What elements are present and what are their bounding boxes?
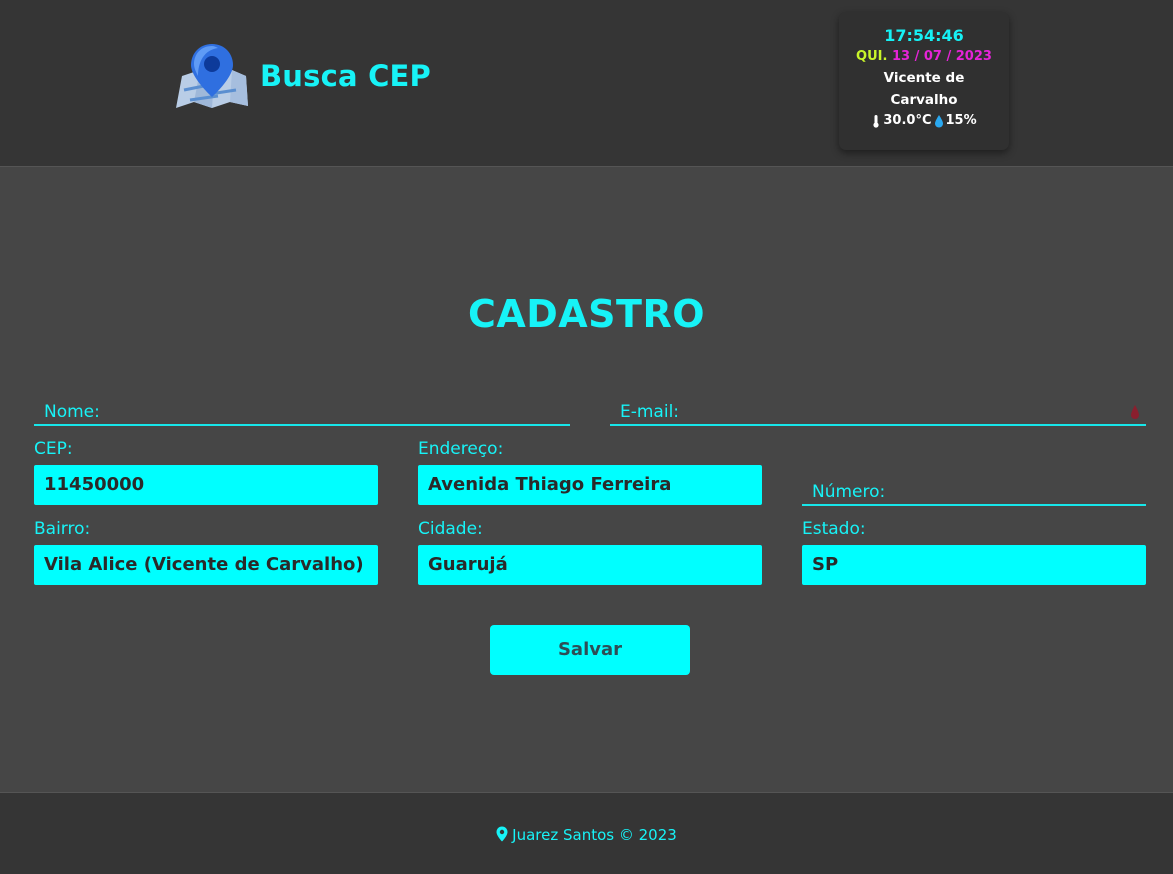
cep-label: CEP: [34,439,73,459]
endereco-input[interactable]: Avenida Thiago Ferreira [418,465,762,505]
widget-date: 13 / 07 / 2023 [891,49,992,64]
widget-city: Vicente de Carvalho [883,70,965,108]
estado-label: Estado: [802,519,866,539]
water-drop-icon [934,114,943,127]
bairro-label: Bairro: [34,519,91,539]
app-title: Busca CEP [260,59,432,93]
footer-text: Juarez Santos © 2023 [512,826,677,844]
widget-time: 17:54:46 [884,26,964,45]
endereco-label: Endereço: [418,439,504,459]
numero-label: Número: [812,482,886,502]
location-pin-icon [496,826,508,842]
alert-icon [1131,405,1139,419]
map-pin-icon [176,44,248,108]
brand[interactable]: Busca CEP [174,42,431,110]
email-field[interactable]: E-mail: [610,398,1146,426]
header: Busca CEP 17:54:46 QUI. 13 / 07 / 2023 V… [0,0,1173,167]
thermometer-icon [873,114,879,128]
numero-field[interactable]: Número: [802,478,1146,506]
cidade-label: Cidade: [418,519,483,539]
widget-date-row: QUI. 13 / 07 / 2023 [839,49,1009,64]
widget-weather: 30.0°C 15% [839,113,1009,128]
widget-temperature: 30.0°C [883,113,932,128]
cep-input[interactable]: 11450000 [34,465,378,505]
email-label: E-mail: [620,402,680,422]
footer-credit: Juarez Santos © 2023 [0,826,1173,844]
nome-label: Nome: [44,402,100,422]
estado-input[interactable]: SP [802,545,1146,585]
nome-field[interactable]: Nome: [34,398,570,426]
clock-weather-widget: 17:54:46 QUI. 13 / 07 / 2023 Vicente de … [839,12,1009,150]
footer: Juarez Santos © 2023 [0,792,1173,874]
save-button[interactable]: Salvar [490,625,690,675]
bairro-input[interactable]: Vila Alice (Vicente de Carvalho) [34,545,378,585]
page-title: CADASTRO [467,292,706,336]
widget-humidity: 15% [945,113,977,128]
cidade-input[interactable]: Guarujá [418,545,762,585]
widget-weekday: QUI. [856,49,888,64]
